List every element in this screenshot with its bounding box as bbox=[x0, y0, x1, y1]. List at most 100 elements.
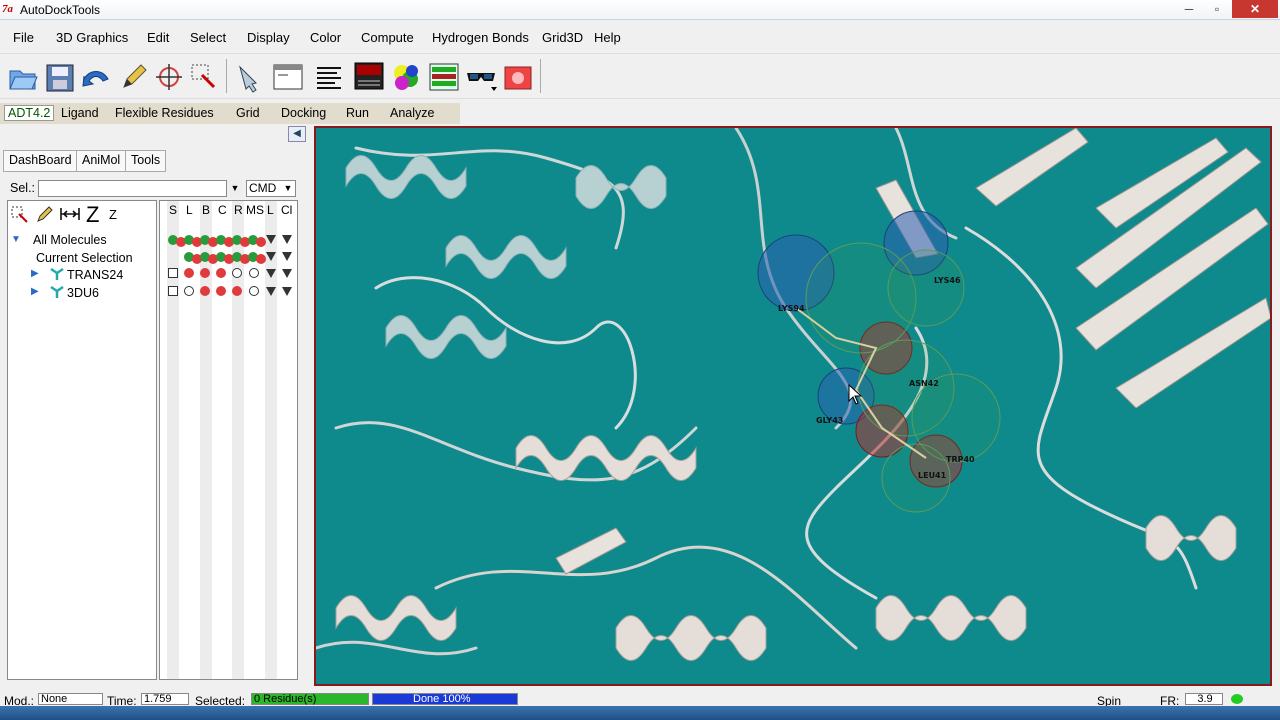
progress-text: Done 100% bbox=[413, 693, 471, 705]
pick-icon[interactable] bbox=[234, 59, 266, 93]
selected-value: 0 Residue(s) bbox=[251, 693, 369, 705]
pencil-tool-icon[interactable] bbox=[36, 205, 54, 226]
residue-label: LYS46 bbox=[934, 276, 961, 285]
expand-arrow-icon[interactable]: ▶ bbox=[31, 286, 39, 297]
protein-ribbon-render: LYS46 LYS94 ASN42 GLY43 LEU41 TRP40 bbox=[316, 128, 1270, 661]
tree-current-selection[interactable]: Current Selection bbox=[36, 251, 133, 265]
tree-molecule-trans24[interactable]: TRANS24 bbox=[67, 268, 123, 282]
column-toggle[interactable] bbox=[200, 268, 210, 278]
menu-select[interactable]: Select bbox=[190, 30, 226, 45]
column-header-l2[interactable]: L bbox=[267, 203, 274, 217]
column-header-cl[interactable]: Cl bbox=[281, 203, 292, 217]
small-z-icon[interactable]: Z bbox=[109, 207, 117, 222]
column-toggle[interactable] bbox=[200, 286, 210, 296]
select-icon[interactable] bbox=[188, 59, 220, 93]
status-bar: Mod.: None Time: 1.759 Selected: 0 Resid… bbox=[0, 692, 1280, 708]
tab-tools[interactable]: Tools bbox=[125, 150, 167, 172]
adt-analyze[interactable]: Analyze bbox=[390, 106, 434, 120]
column-toggle[interactable] bbox=[249, 268, 259, 278]
column-toggle[interactable] bbox=[216, 268, 226, 278]
menu-grid3d[interactable]: Grid3D bbox=[542, 30, 583, 45]
time-value: 1.759 bbox=[141, 693, 189, 705]
column-toggle[interactable] bbox=[184, 286, 194, 296]
camera-icon[interactable] bbox=[502, 59, 534, 93]
window-title: AutoDockTools bbox=[20, 3, 101, 17]
residue-label: LYS94 bbox=[778, 304, 805, 313]
selection-dropdown-icon[interactable]: ▼ bbox=[226, 180, 243, 197]
column-toggle[interactable] bbox=[249, 286, 259, 296]
menu-compute[interactable]: Compute bbox=[361, 30, 414, 45]
column-toggle[interactable] bbox=[232, 286, 242, 296]
column-toggle-triangle[interactable] bbox=[282, 235, 292, 244]
residue-label: LEU41 bbox=[918, 471, 947, 480]
column-toggle[interactable] bbox=[168, 268, 178, 278]
column-toggle[interactable] bbox=[256, 237, 266, 247]
menu-file[interactable]: File bbox=[13, 30, 34, 45]
color-spheres-icon[interactable] bbox=[390, 59, 422, 93]
maximize-button[interactable]: ▫ bbox=[1203, 0, 1231, 18]
menu-edit[interactable]: Edit bbox=[147, 30, 169, 45]
zoom-z-icon[interactable]: Z bbox=[86, 202, 99, 228]
log-window-icon[interactable] bbox=[353, 59, 385, 93]
column-header-b[interactable]: B bbox=[202, 203, 210, 217]
save-icon[interactable] bbox=[44, 59, 76, 93]
column-toggle-triangle[interactable] bbox=[282, 287, 292, 296]
menu-hydrogen-bonds[interactable]: Hydrogen Bonds bbox=[432, 30, 529, 45]
tree-all-molecules[interactable]: All Molecules bbox=[33, 233, 107, 247]
adt-flexible-residues[interactable]: Flexible Residues bbox=[115, 106, 214, 120]
grid-settings-icon[interactable] bbox=[428, 59, 460, 93]
column-toggle[interactable] bbox=[168, 286, 178, 296]
text-list-icon[interactable] bbox=[313, 59, 345, 93]
column-toggle-triangle[interactable] bbox=[266, 269, 276, 278]
column-header-c[interactable]: C bbox=[218, 203, 227, 217]
adt-run[interactable]: Run bbox=[346, 106, 369, 120]
adt-ligand[interactable]: Ligand bbox=[61, 106, 99, 120]
molecule-tree: Z Z ▼ All Molecules Current Selection ▶ … bbox=[7, 200, 157, 680]
adt-docking[interactable]: Docking bbox=[281, 106, 326, 120]
expand-arrow-icon[interactable]: ▼ bbox=[11, 234, 21, 245]
residue-label: ASN42 bbox=[909, 379, 939, 388]
select-tool-icon[interactable] bbox=[11, 206, 29, 227]
column-toggle-triangle[interactable] bbox=[282, 269, 292, 278]
cmd-dropdown-icon[interactable]: ▼ bbox=[280, 180, 296, 197]
adt-grid[interactable]: Grid bbox=[236, 106, 260, 120]
open-file-icon[interactable] bbox=[7, 59, 39, 93]
column-toggle[interactable] bbox=[256, 254, 266, 264]
column-header-ms[interactable]: MS bbox=[246, 203, 264, 217]
selection-input[interactable] bbox=[38, 180, 243, 197]
column-toggle[interactable] bbox=[216, 286, 226, 296]
tab-dashboard[interactable]: DashBoard bbox=[3, 150, 78, 172]
column-toggle-triangle[interactable] bbox=[266, 252, 276, 261]
column-toggle-triangle[interactable] bbox=[282, 252, 292, 261]
column-toggle[interactable] bbox=[232, 268, 242, 278]
measure-icon[interactable] bbox=[59, 206, 81, 225]
close-button[interactable]: ✕ bbox=[1232, 0, 1278, 18]
stereo-glasses-icon[interactable] bbox=[465, 59, 497, 93]
adt-version-button[interactable]: ADT4.2 bbox=[4, 105, 55, 121]
collapse-panel-button[interactable]: ◀ bbox=[288, 126, 306, 142]
column-header-r[interactable]: R bbox=[234, 203, 243, 217]
title-bar: 7a AutoDockTools ─ ▫ ✕ bbox=[0, 0, 1280, 20]
3d-viewer[interactable]: LYS46 LYS94 ASN42 GLY43 LEU41 TRP40 bbox=[314, 126, 1272, 686]
column-toggle-triangle[interactable] bbox=[266, 287, 276, 296]
adt-bar: ADT4.2 Ligand Flexible Residues Grid Doc… bbox=[0, 103, 460, 124]
residue-label: TRP40 bbox=[946, 455, 975, 464]
column-toggle[interactable] bbox=[184, 268, 194, 278]
progress-bar: Done 100% bbox=[372, 693, 518, 705]
pencil-icon[interactable] bbox=[118, 59, 150, 93]
tree-molecule-3du6[interactable]: 3DU6 bbox=[67, 286, 99, 300]
mod-value: None bbox=[38, 693, 103, 705]
menu-3d-graphics[interactable]: 3D Graphics bbox=[56, 30, 128, 45]
tab-animol[interactable]: AniMol bbox=[76, 150, 127, 172]
column-toggle-triangle[interactable] bbox=[266, 235, 276, 244]
expand-arrow-icon[interactable]: ▶ bbox=[31, 268, 39, 279]
undo-icon[interactable] bbox=[80, 59, 112, 93]
column-header-l[interactable]: L bbox=[186, 203, 193, 217]
crosshair-icon[interactable] bbox=[153, 59, 185, 93]
python-shell-icon[interactable] bbox=[272, 59, 304, 93]
menu-help[interactable]: Help bbox=[594, 30, 621, 45]
column-header-s[interactable]: S bbox=[169, 203, 177, 217]
menu-display[interactable]: Display bbox=[247, 30, 290, 45]
menu-color[interactable]: Color bbox=[310, 30, 341, 45]
minimize-button[interactable]: ─ bbox=[1175, 0, 1203, 18]
